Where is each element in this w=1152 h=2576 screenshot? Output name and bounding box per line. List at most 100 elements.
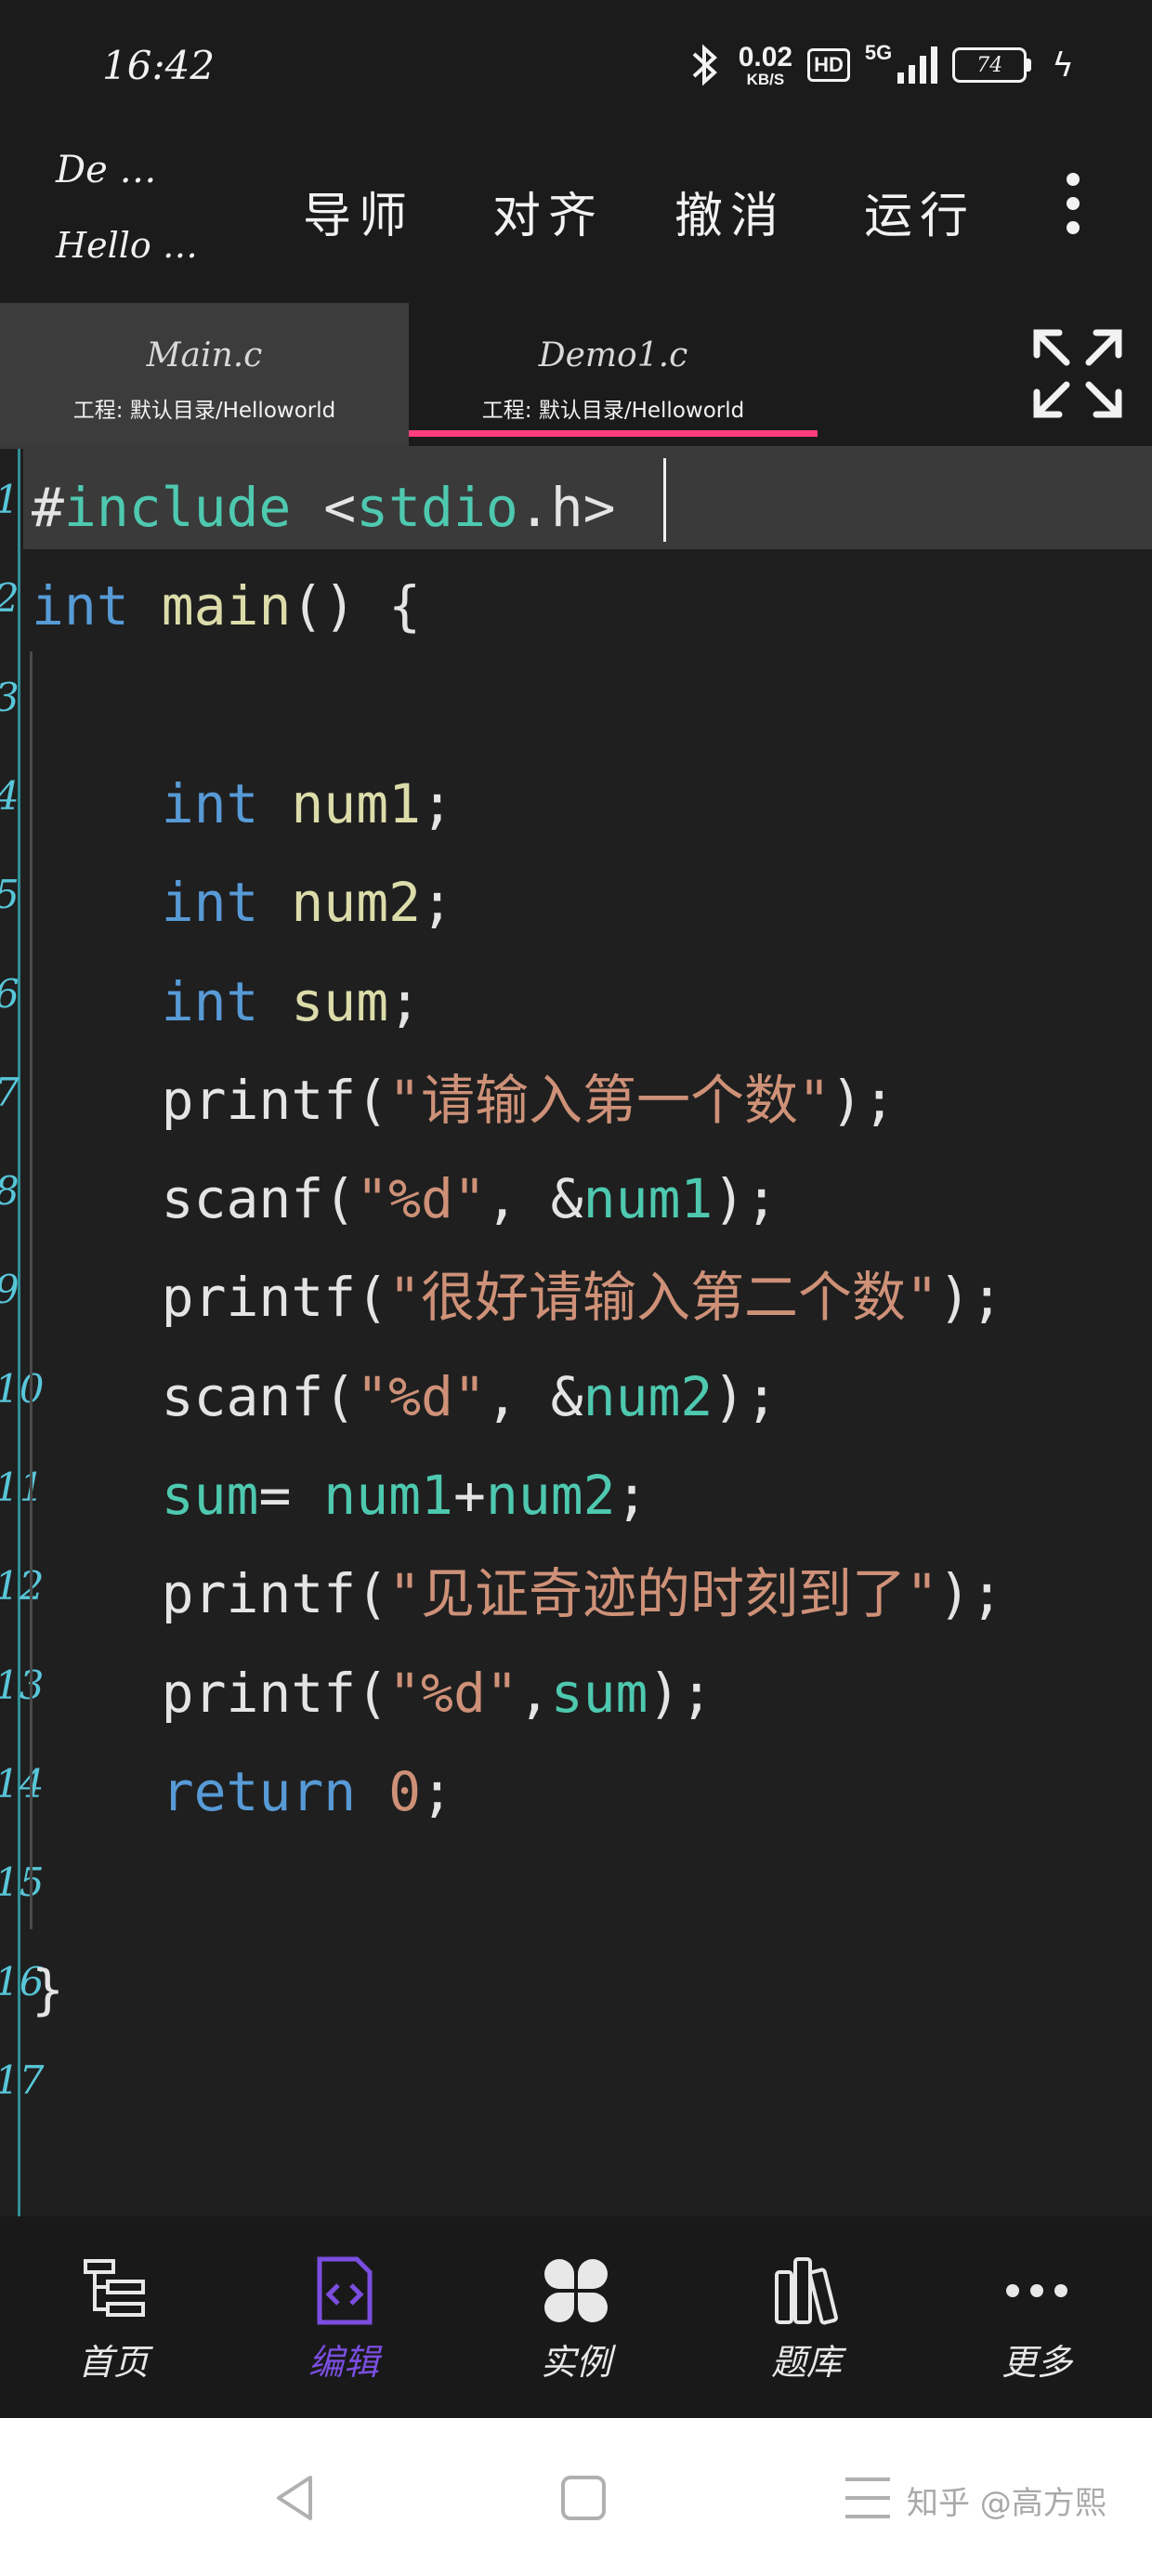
current-file-name[interactable]: De … <box>56 149 156 191</box>
hd-badge: HD <box>807 48 850 82</box>
network-speed: 0.02 KB/S <box>738 41 793 88</box>
code-token: "%d" <box>356 1364 486 1428</box>
code-token: < <box>291 476 357 539</box>
code-token: 0 <box>388 1759 422 1823</box>
line-number: 1 <box>0 477 20 522</box>
code-token: printf( <box>32 1562 389 1626</box>
fullscreen-expand-icon[interactable] <box>1029 325 1126 422</box>
code-token: ; <box>421 771 453 835</box>
nav-label: 编辑 <box>308 2342 379 2383</box>
tab-demo1-c[interactable]: Demo1.c 工程: 默认目录/Helloworld <box>409 303 818 446</box>
line-number: 4 <box>0 773 20 819</box>
home-square-icon[interactable] <box>556 2470 611 2526</box>
code-token: printf( <box>32 1661 389 1725</box>
code-token: () { <box>291 574 422 638</box>
nav-label: 实例 <box>540 2342 611 2383</box>
code-line[interactable]: int num1; <box>32 755 453 853</box>
code-file-icon <box>317 2256 373 2325</box>
code-token: + <box>452 1464 486 1527</box>
code-token: , & <box>485 1167 583 1231</box>
mentor-button[interactable]: 导师 <box>303 177 414 246</box>
code-token: return <box>161 1759 357 1823</box>
books-icon <box>775 2257 838 2325</box>
file-tabs: Main.c 工程: 默认目录/Helloworld Demo1.c 工程: 默… <box>0 303 1152 446</box>
back-triangle-icon[interactable] <box>269 2470 325 2526</box>
signal-strength-icon <box>897 46 938 84</box>
code-token: = <box>258 1464 324 1527</box>
code-token: printf( <box>32 1068 389 1132</box>
code-token: sum <box>550 1661 648 1725</box>
code-token: include <box>63 476 292 539</box>
tab-main-c[interactable]: Main.c 工程: 默认目录/Helloworld <box>0 303 409 446</box>
current-project-name[interactable]: Hello … <box>56 225 198 266</box>
code-token: num2 <box>485 1464 616 1527</box>
network-speed-unit: KB/S <box>746 70 785 88</box>
nav-edit[interactable]: 编辑 <box>279 2254 409 2402</box>
code-token: # <box>32 476 64 539</box>
code-token: scanf( <box>32 1167 357 1231</box>
align-button[interactable]: 对齐 <box>492 177 604 246</box>
code-token: ; <box>388 969 422 1033</box>
recents-menu-icon[interactable] <box>840 2470 896 2526</box>
code-token: printf( <box>32 1266 389 1330</box>
nav-home[interactable]: 首页 <box>48 2254 178 2402</box>
code-editor[interactable]: 1234567891011121314151617 #include <stdi… <box>0 446 1152 2219</box>
system-navigation-bar: 知乎 @高方熙 <box>0 2418 1152 2576</box>
code-line[interactable]: printf("很好请输入第二个数"); <box>32 1248 1003 1347</box>
code-line[interactable]: printf("见证奇迹的时刻到了"); <box>32 1544 1003 1643</box>
code-line[interactable]: scanf("%d", &num1); <box>32 1150 779 1248</box>
code-line[interactable]: int main() { <box>32 557 421 655</box>
nav-examples[interactable]: 实例 <box>511 2254 641 2402</box>
code-token: , <box>517 1661 551 1725</box>
tree-list-icon <box>84 2259 145 2317</box>
charging-bolt-icon: ϟ <box>1052 46 1074 85</box>
line-number: 9 <box>0 1267 20 1312</box>
code-line[interactable]: printf("请输入第一个数"); <box>32 1051 896 1150</box>
code-line[interactable]: printf("%d",sum); <box>32 1644 713 1742</box>
run-button[interactable]: 运行 <box>864 177 975 246</box>
code-token: num2 <box>291 871 422 935</box>
line-number: 3 <box>0 675 20 720</box>
code-token: ; <box>615 1464 648 1527</box>
undo-button[interactable]: 撤消 <box>674 177 786 246</box>
code-token: ); <box>937 1266 1003 1330</box>
battery-level: 74 <box>976 53 1003 77</box>
code-line[interactable]: scanf("%d", &num2); <box>32 1347 779 1446</box>
nav-question-bank[interactable]: 题库 <box>741 2254 871 2402</box>
code-token: ); <box>713 1167 779 1231</box>
code-line[interactable]: int num2; <box>32 853 453 952</box>
tab-project-path: 工程: 默认目录/Helloworld <box>72 399 336 423</box>
code-token: ); <box>713 1364 779 1428</box>
code-token: num1 <box>323 1464 453 1527</box>
nav-more[interactable]: 更多 <box>972 2254 1102 2402</box>
code-token: int <box>32 574 129 638</box>
code-line[interactable]: int sum; <box>32 953 421 1051</box>
code-line[interactable]: #include <stdio.h> <box>32 458 616 557</box>
watermark: 知乎 @高方熙 <box>907 2485 1106 2522</box>
more-options-icon[interactable] <box>1059 173 1087 234</box>
network-speed-value: 0.02 <box>738 41 793 72</box>
code-token: } <box>32 1957 64 2021</box>
nav-label: 题库 <box>770 2342 842 2383</box>
code-token: num2 <box>583 1364 713 1428</box>
tab-title: Demo1.c <box>538 336 688 375</box>
code-token: int <box>161 771 259 835</box>
battery-icon: 74 <box>952 47 1032 83</box>
code-line[interactable]: } <box>32 1940 64 2039</box>
line-number: 2 <box>0 575 20 621</box>
tab-title: Main.c <box>146 336 263 375</box>
code-token: ); <box>830 1068 896 1132</box>
code-token: .h> <box>517 476 616 539</box>
line-number: 7 <box>0 1070 20 1115</box>
line-number: 5 <box>0 872 20 917</box>
code-line[interactable]: sum= num1+num2; <box>32 1446 648 1544</box>
code-token: scanf( <box>32 1364 357 1428</box>
code-line[interactable]: return 0; <box>32 1742 453 1841</box>
code-token: sum <box>161 1464 259 1527</box>
